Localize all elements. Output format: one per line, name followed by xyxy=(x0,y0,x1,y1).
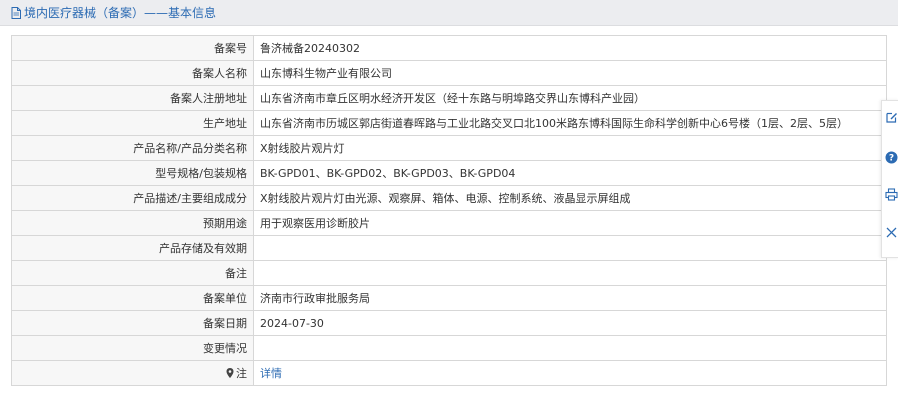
svg-text:?: ? xyxy=(889,154,894,164)
table-row: 备案人注册地址 山东省济南市章丘区明水经济开发区（经十东路与明埠路交界山东博科产… xyxy=(11,85,887,111)
page-title: 境内医疗器械（备案）——基本信息 xyxy=(11,5,216,20)
note-label-wrap: 注 xyxy=(226,365,247,381)
field-label: 产品存储及有效期 xyxy=(11,235,254,261)
field-label: 型号规格/包装规格 xyxy=(11,160,254,186)
table-row: 备注 xyxy=(11,260,887,286)
field-value xyxy=(253,335,887,361)
field-value: 山东省济南市章丘区明水经济开发区（经十东路与明埠路交界山东博科产业园） xyxy=(253,85,887,111)
field-label: 备案人注册地址 xyxy=(11,85,254,111)
field-label: 备案号 xyxy=(11,35,254,61)
table-row: 备案日期 2024-07-30 xyxy=(11,310,887,336)
document-icon xyxy=(11,6,21,19)
table-row: 产品名称/产品分类名称 X射线胶片观片灯 xyxy=(11,135,887,161)
location-pin-icon xyxy=(226,368,234,378)
help-icon[interactable]: ? xyxy=(885,151,898,164)
side-toolbar: ? xyxy=(881,100,898,258)
table-row: 产品描述/主要组成成分 X射线胶片观片灯由光源、观察屏、箱体、电源、控制系统、液… xyxy=(11,185,887,211)
field-value: 济南市行政审批服务局 xyxy=(253,285,887,311)
field-value xyxy=(253,235,887,261)
field-label: 备案单位 xyxy=(11,285,254,311)
field-label: 产品名称/产品分类名称 xyxy=(11,135,254,161)
field-label: 预期用途 xyxy=(11,210,254,236)
note-label: 注 xyxy=(236,367,247,380)
note-label-cell: 注 xyxy=(11,360,254,386)
table-row: 变更情况 xyxy=(11,335,887,361)
field-label: 产品描述/主要组成成分 xyxy=(11,185,254,211)
print-icon[interactable] xyxy=(885,188,898,201)
edit-icon[interactable] xyxy=(885,111,898,124)
field-value: X射线胶片观片灯 xyxy=(253,135,887,161)
page-title-text: 境内医疗器械（备案）——基本信息 xyxy=(24,6,217,20)
table-row: 生产地址 山东省济南市历城区郭店街道春晖路与工业北路交叉口北100米路东博科国际… xyxy=(11,110,887,136)
field-value: 用于观察医用诊断胶片 xyxy=(253,210,887,236)
basic-info-table: 备案号 鲁济械备20240302 备案人名称 山东博科生物产业有限公司 备案人注… xyxy=(11,35,887,386)
details-link[interactable]: 详情 xyxy=(253,360,887,386)
field-label: 备注 xyxy=(11,260,254,286)
field-value: 2024-07-30 xyxy=(253,310,887,336)
field-value: BK-GPD01、BK-GPD02、BK-GPD03、BK-GPD04 xyxy=(253,160,887,186)
field-value: X射线胶片观片灯由光源、观察屏、箱体、电源、控制系统、液晶显示屏组成 xyxy=(253,185,887,211)
field-label: 备案日期 xyxy=(11,310,254,336)
table-row: 型号规格/包装规格 BK-GPD01、BK-GPD02、BK-GPD03、BK-… xyxy=(11,160,887,186)
field-value: 山东博科生物产业有限公司 xyxy=(253,60,887,86)
field-value: 山东省济南市历城区郭店街道春晖路与工业北路交叉口北100米路东博科国际生命科学创… xyxy=(253,110,887,136)
page-header: 境内医疗器械（备案）——基本信息 xyxy=(0,0,898,26)
close-icon[interactable] xyxy=(885,226,898,239)
table-row: 预期用途 用于观察医用诊断胶片 xyxy=(11,210,887,236)
table-row: 备案单位 济南市行政审批服务局 xyxy=(11,285,887,311)
field-label: 备案人名称 xyxy=(11,60,254,86)
table-row: 注 详情 xyxy=(11,360,887,386)
field-label: 变更情况 xyxy=(11,335,254,361)
table-row: 备案人名称 山东博科生物产业有限公司 xyxy=(11,60,887,86)
table-row: 产品存储及有效期 xyxy=(11,235,887,261)
field-label: 生产地址 xyxy=(11,110,254,136)
field-value: 鲁济械备20240302 xyxy=(253,35,887,61)
table-row: 备案号 鲁济械备20240302 xyxy=(11,35,887,61)
field-value xyxy=(253,260,887,286)
